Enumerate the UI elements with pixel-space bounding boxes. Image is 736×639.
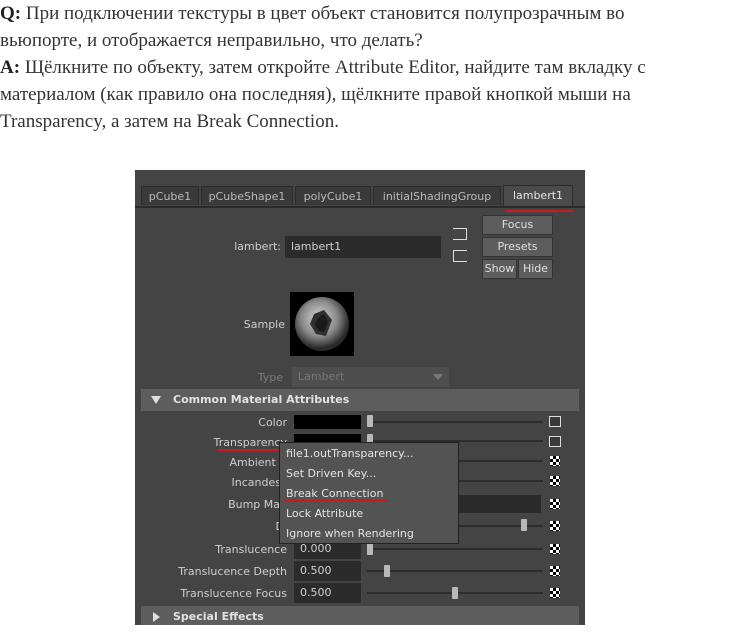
section-title: Common Material Attributes	[173, 393, 350, 406]
answer-line-3: Transparency, а затем на Break Connectio…	[0, 111, 339, 132]
color-slider-track[interactable]	[373, 421, 543, 423]
highlight-underline-transparency	[217, 449, 279, 451]
translucence-depth-slider-handle[interactable]	[384, 565, 390, 577]
translucence-slider-track[interactable]	[367, 548, 543, 550]
question-prefix: Q:	[0, 3, 22, 24]
attr-translucence-depth-label: Translucence Depth	[178, 565, 287, 578]
translucence-depth-slider-track[interactable]	[367, 570, 543, 572]
attr-ambient-label: Ambient C	[229, 456, 287, 469]
translucence-map-button[interactable]	[550, 544, 560, 554]
focus-button[interactable]: Focus	[482, 215, 553, 235]
menu-item-connection[interactable]: file1.outTransparency...	[286, 444, 414, 464]
transparency-map-button[interactable]	[549, 436, 561, 447]
presets-button[interactable]: Presets	[482, 237, 553, 257]
tab-divider	[135, 206, 585, 208]
answer-text-1: Щёлкните по объекту, затем откройте Attr…	[20, 57, 646, 78]
translucence-depth-field[interactable]: 0.500	[294, 561, 361, 581]
highlight-underline-break-connection	[284, 500, 388, 502]
diffuse-slider-track[interactable]	[459, 525, 543, 527]
bump-map-field[interactable]	[459, 495, 541, 513]
node-tabs: pCube1 pCubeShape1 polyCube1 initialShad…	[135, 185, 585, 206]
bump-map-button[interactable]	[550, 499, 560, 509]
translucence-depth-map-button[interactable]	[550, 566, 560, 576]
section-common-material-attributes[interactable]: Common Material Attributes	[141, 389, 579, 411]
question-line-1: Q: При подключении текстуры в цвет объек…	[0, 0, 736, 27]
node-name-field[interactable]: lambert1	[285, 236, 441, 258]
attr-diffuse-label: Di	[175, 520, 287, 533]
input-connections-icon[interactable]	[453, 228, 467, 240]
attr-incandescence-label: Incandesc	[231, 476, 287, 489]
translucence-focus-field[interactable]: 0.500	[294, 583, 361, 603]
ambient-map-button[interactable]	[550, 456, 560, 466]
tab-lambert1[interactable]: lambert1	[503, 185, 573, 206]
diffuse-map-button[interactable]	[550, 521, 560, 531]
menu-item-set-driven-key[interactable]: Set Driven Key...	[286, 464, 376, 484]
attr-color-label: Color	[258, 416, 287, 429]
expand-triangle-icon	[153, 612, 160, 622]
output-connections-icon[interactable]	[453, 250, 467, 262]
collapse-triangle-icon	[151, 396, 161, 404]
show-button[interactable]: Show	[482, 259, 517, 279]
answer-line-2: материалом (как правило она последняя), …	[0, 84, 631, 105]
tab-polycube1[interactable]: polyCube1	[295, 186, 371, 205]
section-special-effects[interactable]: Special Effects	[141, 606, 579, 625]
incandescence-map-button[interactable]	[550, 476, 560, 486]
context-menu: file1.outTransparency... Set Driven Key.…	[279, 442, 459, 544]
question-line-2: вьюпорте, и отображается неправильно, чт…	[0, 30, 423, 51]
answer-prefix: A:	[0, 57, 21, 78]
translucence-focus-slider-handle[interactable]	[452, 587, 458, 599]
diffuse-slider-handle[interactable]	[521, 519, 528, 531]
sample-sphere-icon	[295, 297, 349, 351]
attr-translucence-focus-label: Translucence Focus	[180, 587, 287, 600]
translucence-slider-handle[interactable]	[367, 543, 373, 555]
type-dropdown[interactable]: Lambert	[292, 367, 449, 387]
sample-label: Sample	[243, 318, 285, 331]
attr-transparency-label[interactable]: Transparency	[175, 436, 287, 449]
ambient-slider-track[interactable]	[459, 460, 543, 462]
answer-line-1: A: Щёлкните по объекту, затем откройте A…	[0, 54, 736, 81]
type-label: Type	[257, 371, 283, 384]
tab-pcubeshape1[interactable]: pCubeShape1	[201, 186, 293, 205]
question-text-1: При подключении текстуры в цвет объект с…	[21, 3, 625, 24]
qa-text: Q: При подключении текстуры в цвет объек…	[0, 0, 736, 135]
color-swatch[interactable]	[294, 415, 361, 429]
tab-pcube1[interactable]: pCube1	[141, 186, 199, 205]
attr-bump-label: Bump Map	[228, 498, 287, 511]
attribute-editor-screenshot: pCube1 pCubeShape1 polyCube1 initialShad…	[135, 170, 585, 625]
menu-item-lock-attribute[interactable]: Lock Attribute	[286, 504, 363, 524]
highlight-underline-tab	[505, 210, 573, 212]
chevron-down-icon	[433, 374, 443, 380]
color-map-button[interactable]	[549, 416, 561, 427]
menu-item-ignore-when-rendering[interactable]: Ignore when Rendering	[286, 524, 414, 544]
material-sample-swatch	[290, 292, 354, 356]
section-title: Special Effects	[173, 610, 264, 623]
attr-translucence-label: Translucence	[215, 543, 287, 556]
node-label: lambert:	[234, 240, 281, 253]
translucence-focus-map-button[interactable]	[550, 588, 560, 598]
tab-initialshadinggroup[interactable]: initialShadingGroup	[373, 186, 501, 205]
incandescence-slider-track[interactable]	[459, 480, 543, 482]
hide-button[interactable]: Hide	[518, 259, 553, 279]
